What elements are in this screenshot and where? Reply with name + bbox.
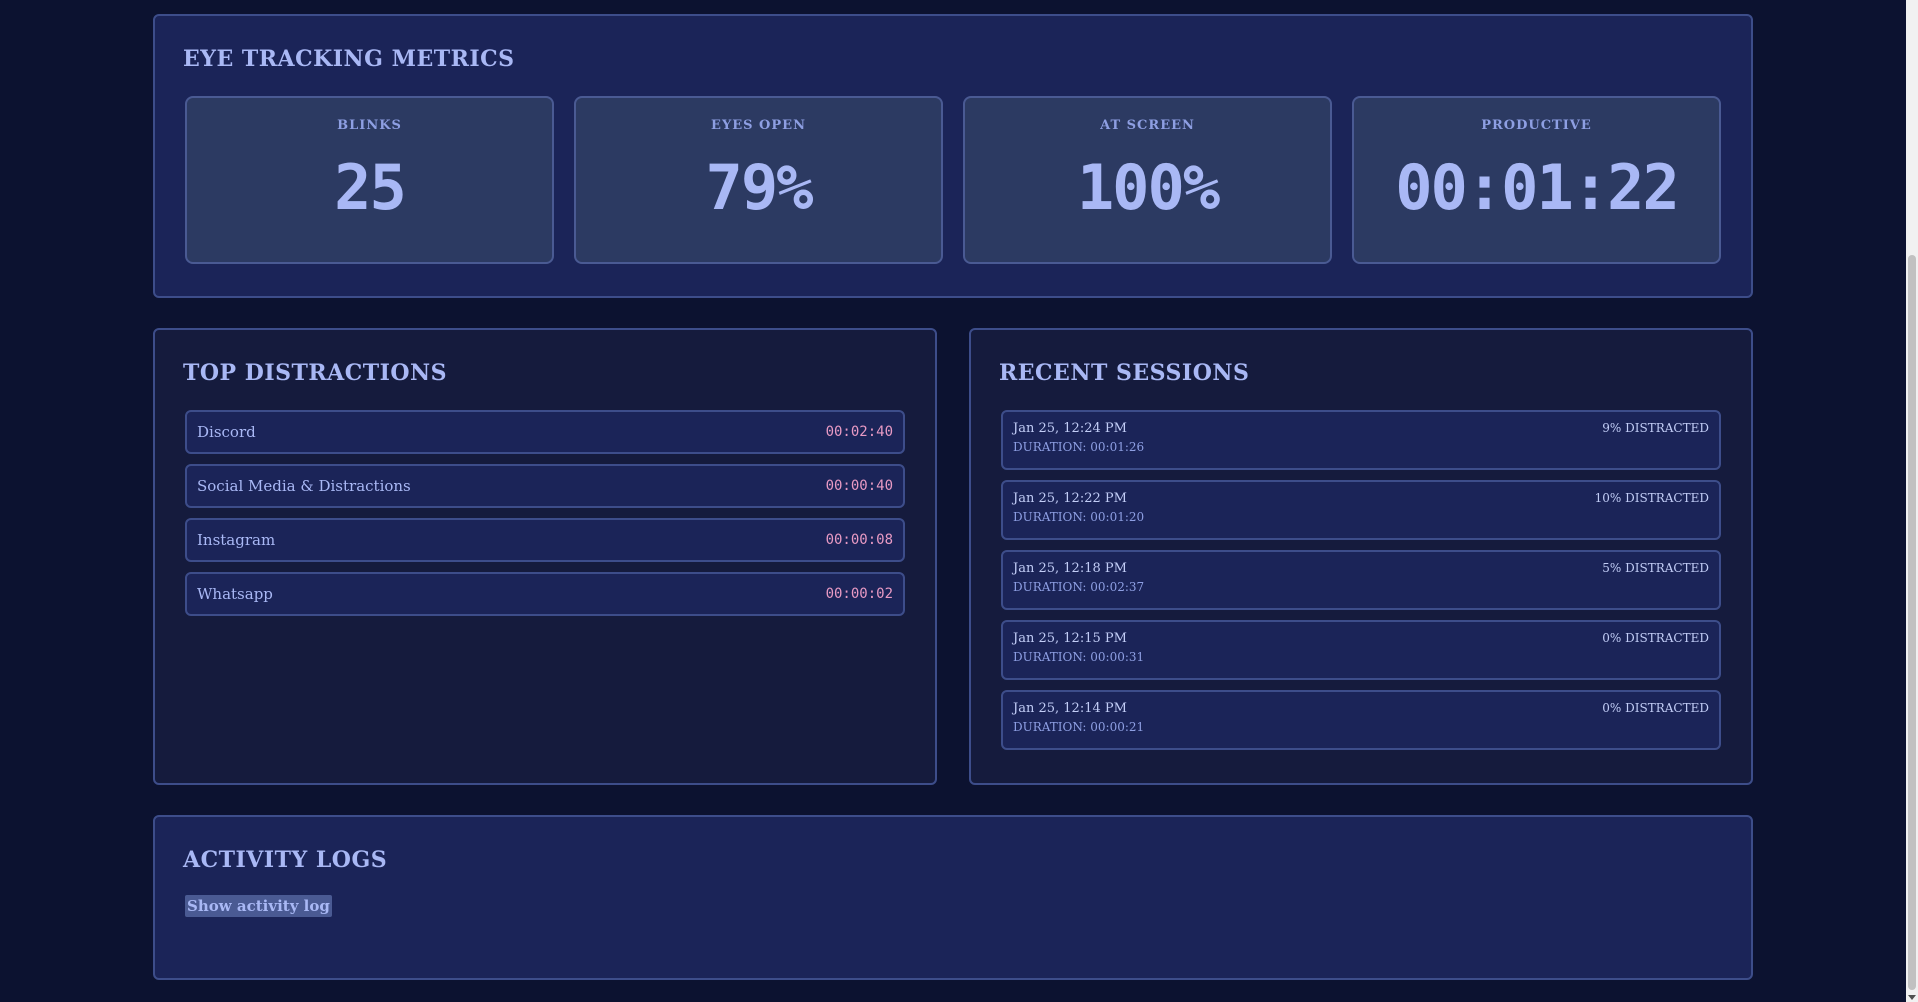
session-item: Jan 25, 12:22 PM DURATION: 00:01:20 10% … xyxy=(1001,480,1721,540)
middle-row: TOP DISTRACTIONS Discord 00:02:40 Social… xyxy=(153,328,1753,785)
session-item: Jan 25, 12:18 PM DURATION: 00:02:37 5% D… xyxy=(1001,550,1721,610)
metric-label: AT SCREEN xyxy=(1100,118,1195,133)
distraction-name: Instagram xyxy=(197,531,276,549)
metric-card-at-screen: AT SCREEN 100% xyxy=(963,96,1332,264)
show-activity-log-toggle[interactable]: Show activity log xyxy=(185,895,332,917)
session-distracted: 5% DISTRACTED xyxy=(1602,561,1709,575)
distraction-item: Discord 00:02:40 xyxy=(185,410,905,454)
session-distracted: 10% DISTRACTED xyxy=(1594,491,1709,505)
sessions-list: Jan 25, 12:24 PM DURATION: 00:01:26 9% D… xyxy=(999,410,1723,750)
distraction-name: Whatsapp xyxy=(197,585,273,603)
distractions-list: Discord 00:02:40 Social Media & Distract… xyxy=(183,410,907,616)
session-duration: DURATION: 00:00:31 xyxy=(1013,650,1145,664)
metrics-grid: BLINKS 25 EYES OPEN 79% AT SCREEN 100% P… xyxy=(183,96,1723,264)
session-distracted: 0% DISTRACTED xyxy=(1602,631,1709,645)
dashboard: EYE TRACKING METRICS BLINKS 25 EYES OPEN… xyxy=(153,14,1753,980)
session-distracted: 9% DISTRACTED xyxy=(1602,421,1709,435)
distraction-item: Instagram 00:00:08 xyxy=(185,518,905,562)
session-duration: DURATION: 00:01:20 xyxy=(1013,510,1145,524)
distraction-item: Whatsapp 00:00:02 xyxy=(185,572,905,616)
session-distracted: 0% DISTRACTED xyxy=(1602,701,1709,715)
sessions-title: RECENT SESSIONS xyxy=(999,360,1250,386)
distraction-item: Social Media & Distractions 00:00:40 xyxy=(185,464,905,508)
session-duration: DURATION: 00:02:37 xyxy=(1013,580,1145,594)
distraction-name: Social Media & Distractions xyxy=(197,477,411,495)
metric-label: BLINKS xyxy=(337,118,402,133)
distraction-time: 00:02:40 xyxy=(825,424,893,440)
scrollbar-thumb[interactable] xyxy=(1908,255,1916,990)
metric-value: 00:01:22 xyxy=(1395,151,1680,224)
session-duration: DURATION: 00:01:26 xyxy=(1013,440,1145,454)
metric-value: 79% xyxy=(705,151,814,224)
metric-label: PRODUCTIVE xyxy=(1481,118,1592,133)
distraction-time: 00:00:08 xyxy=(825,532,893,548)
distraction-time: 00:00:02 xyxy=(825,586,893,602)
metric-card-eyes-open: EYES OPEN 79% xyxy=(574,96,943,264)
metric-value: 100% xyxy=(1076,151,1220,224)
distraction-name: Discord xyxy=(197,423,256,441)
session-item: Jan 25, 12:15 PM DURATION: 00:00:31 0% D… xyxy=(1001,620,1721,680)
session-item: Jan 25, 12:14 PM DURATION: 00:00:21 0% D… xyxy=(1001,690,1721,750)
eye-tracking-metrics-panel: EYE TRACKING METRICS BLINKS 25 EYES OPEN… xyxy=(153,14,1753,298)
activity-logs-panel: ACTIVITY LOGS Show activity log xyxy=(153,815,1753,980)
session-duration: DURATION: 00:00:21 xyxy=(1013,720,1145,734)
metrics-title: EYE TRACKING METRICS xyxy=(183,46,515,72)
metric-card-productive: PRODUCTIVE 00:01:22 xyxy=(1352,96,1721,264)
metric-value: 25 xyxy=(334,151,407,224)
logs-title: ACTIVITY LOGS xyxy=(183,847,388,873)
metric-label: EYES OPEN xyxy=(711,118,806,133)
session-item: Jan 25, 12:24 PM DURATION: 00:01:26 9% D… xyxy=(1001,410,1721,470)
scroll-down-arrow-icon[interactable] xyxy=(1908,995,1916,1000)
distractions-title: TOP DISTRACTIONS xyxy=(183,360,448,386)
page-scrollbar[interactable] xyxy=(1906,0,1918,1002)
recent-sessions-panel: RECENT SESSIONS Jan 25, 12:24 PM DURATIO… xyxy=(969,328,1753,785)
distraction-time: 00:00:40 xyxy=(825,478,893,494)
top-distractions-panel: TOP DISTRACTIONS Discord 00:02:40 Social… xyxy=(153,328,937,785)
metric-card-blinks: BLINKS 25 xyxy=(185,96,554,264)
